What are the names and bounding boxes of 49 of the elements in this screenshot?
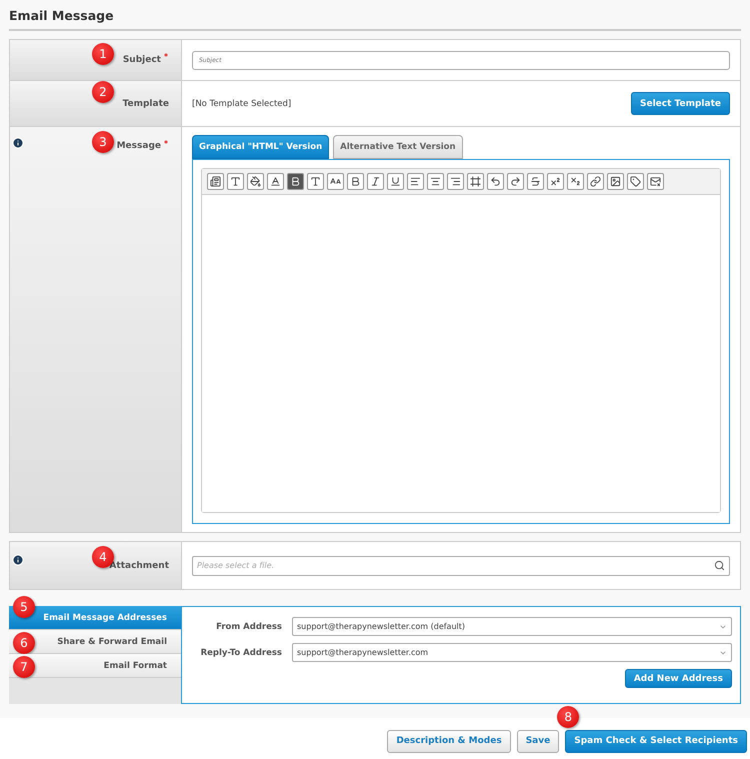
redo-icon[interactable] bbox=[507, 173, 524, 190]
field-label: Message bbox=[116, 141, 161, 151]
field-label: Template bbox=[122, 98, 169, 108]
placeholder-text: Please select a file. bbox=[197, 561, 274, 570]
text-style-icon[interactable] bbox=[227, 173, 244, 190]
callout-badge: 3 bbox=[92, 131, 114, 153]
callout-badge: 8 bbox=[557, 706, 580, 728]
add-address-button[interactable]: Add New Address bbox=[624, 669, 732, 688]
attachment-field[interactable]: Please select a file. bbox=[192, 556, 730, 576]
template-value: [No Template Selected] bbox=[192, 98, 292, 108]
info-icon[interactable] bbox=[12, 554, 24, 566]
undo-icon[interactable] bbox=[487, 173, 504, 190]
search-icon[interactable] bbox=[714, 560, 725, 571]
page-icon[interactable] bbox=[207, 173, 224, 190]
strikethrough-icon[interactable] bbox=[527, 173, 544, 190]
field-label: Reply-To Address bbox=[200, 648, 283, 658]
font-size-icon[interactable] bbox=[327, 173, 344, 190]
select-template-button[interactable]: Select Template bbox=[631, 92, 730, 115]
field-label: Subject bbox=[122, 55, 161, 65]
italic-icon[interactable] bbox=[367, 173, 384, 190]
address-dropdown[interactable]: support@therapynewsletter.com (default) bbox=[292, 617, 732, 636]
editor-tab[interactable]: Alternative Text Version bbox=[333, 135, 463, 159]
callout-badge: 5 bbox=[13, 596, 35, 618]
editor-tab[interactable]: Graphical "HTML" Version bbox=[192, 135, 330, 159]
align-left-icon[interactable] bbox=[407, 173, 424, 190]
paint-bucket-icon[interactable] bbox=[247, 173, 264, 190]
tag-icon[interactable] bbox=[627, 173, 644, 190]
field-label: Attachment bbox=[109, 560, 169, 570]
bold-icon[interactable] bbox=[347, 173, 364, 190]
align-right-icon[interactable] bbox=[447, 173, 464, 190]
field-label: From Address bbox=[215, 622, 283, 632]
link-icon[interactable] bbox=[587, 173, 604, 190]
footer-button[interactable]: Description & Modes bbox=[387, 730, 511, 752]
align-center-icon[interactable] bbox=[427, 173, 444, 190]
subscript-icon[interactable] bbox=[567, 173, 584, 190]
footer-button[interactable]: Save bbox=[516, 730, 560, 752]
address-dropdown[interactable]: support@therapynewsletter.com bbox=[292, 643, 732, 662]
callout-badge: 1 bbox=[92, 43, 114, 65]
callout-badge: 2 bbox=[92, 81, 114, 103]
superscript-icon[interactable] bbox=[547, 173, 564, 190]
bold-box-icon[interactable] bbox=[287, 173, 304, 190]
text-color-icon[interactable] bbox=[267, 173, 284, 190]
mail-remove-icon[interactable] bbox=[647, 173, 664, 190]
image-icon[interactable] bbox=[607, 173, 624, 190]
info-icon[interactable] bbox=[12, 137, 24, 149]
section-title: Email Message bbox=[9, 6, 741, 31]
footer-button[interactable]: Spam Check & Select Recipients bbox=[565, 730, 747, 752]
underline-icon[interactable] bbox=[387, 173, 404, 190]
font-icon[interactable] bbox=[307, 173, 324, 190]
